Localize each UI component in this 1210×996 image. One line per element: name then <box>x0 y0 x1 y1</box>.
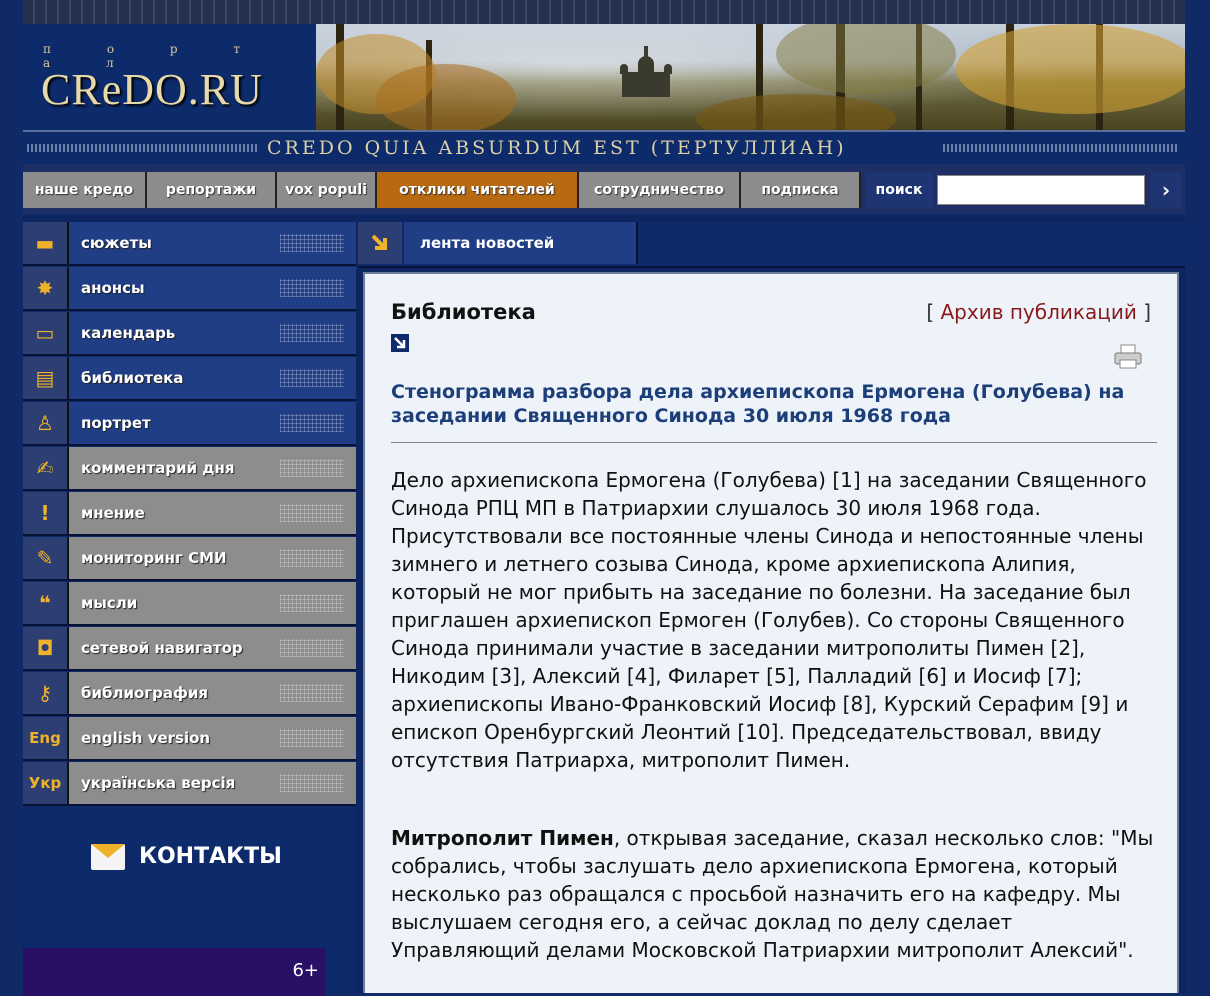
news-feed-bar: лента новостей <box>358 222 1185 268</box>
pencil-icon: ✎ <box>23 537 69 579</box>
news-feed-link[interactable]: лента новостей <box>404 222 638 264</box>
section-title: Библиотека <box>391 300 536 324</box>
nav-item-cooperation[interactable]: сотрудничество <box>579 172 741 208</box>
sidebar-item-bibliography[interactable]: ⚷ библиография <box>23 672 356 716</box>
sidebar-item-label: сетевой навигатор <box>69 627 356 669</box>
sidebar-item-label: библиография <box>69 672 356 714</box>
archive-bracket-close: ] <box>1143 300 1151 324</box>
motto-bar: CREDO QUIA ABSURDUM EST (ТЕРТУЛЛИАН) <box>23 130 1185 166</box>
person-icon: ♙ <box>23 402 69 444</box>
sidebar-item-portrait[interactable]: ♙ портрет <box>23 402 356 446</box>
sidebar-item-label: мониторинг СМИ <box>69 537 356 579</box>
search-label: поиск <box>865 172 933 208</box>
archive-link-wrapper: [ Архив публикаций ] <box>926 300 1151 324</box>
folder-icon: ▭ <box>23 312 69 354</box>
sidebar-item-label: мнение <box>69 492 356 534</box>
speaker-name: Митрополит Пимен <box>391 826 614 850</box>
age-rating-bar: 6+ <box>23 948 325 996</box>
star-burst-icon: ✸ <box>23 267 69 309</box>
sidebar-item-label: мысли <box>69 582 356 624</box>
search-go-button[interactable]: › <box>1151 172 1181 208</box>
arrow-down-right-icon <box>358 222 402 264</box>
exclamation-icon: ! <box>23 492 69 534</box>
sidebar-item-thoughts[interactable]: ❝ мысли <box>23 582 356 626</box>
site-logo[interactable]: п о р т а л CReDO.RU <box>23 24 316 130</box>
nav-item-reports[interactable]: репортажи <box>147 172 277 208</box>
headline-divider <box>391 442 1157 443</box>
sidebar-item-label: библиотека <box>69 357 356 399</box>
books-icon: ▤ <box>23 357 69 399</box>
speech-bubble-icon: ❝ <box>23 582 69 624</box>
main-content: Библиотека [ Архив публикаций ] Стеногра… <box>363 272 1179 993</box>
header-banner-image <box>316 24 1185 130</box>
section-arrow-icon[interactable] <box>391 334 409 352</box>
logo-name: CReDO.RU <box>41 65 263 114</box>
mouse-icon: ◘ <box>23 627 69 669</box>
top-navigation: наше кредо репортажи vox populi отклики … <box>23 164 1185 214</box>
sidebar-item-label: календарь <box>69 312 356 354</box>
sidebar-item-label: портрет <box>69 402 356 444</box>
site-motto: CREDO QUIA ABSURDUM EST (ТЕРТУЛЛИАН) <box>267 137 847 159</box>
article-paragraph-1: Дело архиепископа Ермогена (Голубева) [1… <box>391 468 1147 772</box>
search-input[interactable] <box>937 175 1145 205</box>
archive-bracket-open: [ <box>926 300 935 324</box>
nav-item-vox-populi[interactable]: vox populi <box>277 172 377 208</box>
sidebar-item-english-version[interactable]: Eng english version <box>23 717 356 761</box>
nav-item-our-credo[interactable]: наше кредо <box>23 172 147 208</box>
page-frame: п о р т а л CReDO.RU CREDO QUIA ABSURDUM… <box>23 0 1185 996</box>
article-headline: Стенограмма разбора дела архиепископа Ер… <box>391 381 1125 427</box>
sidebar-item-label: анонсы <box>69 267 356 309</box>
sidebar-item-opinion[interactable]: ! мнение <box>23 492 356 536</box>
sidebar-item-calendar[interactable]: ▭ календарь <box>23 312 356 356</box>
top-decor-strip <box>23 0 1185 25</box>
article-paragraph-2: Митрополит Пимен, открывая заседание, ск… <box>391 824 1161 964</box>
nav-item-subscription[interactable]: подписка <box>741 172 861 208</box>
sidebar-item-net-navigator[interactable]: ◘ сетевой навигатор <box>23 627 356 671</box>
sidebar-item-media-monitoring[interactable]: ✎ мониторинг СМИ <box>23 537 356 581</box>
motto-dots-left <box>27 144 257 152</box>
envelope-icon <box>91 844 125 870</box>
eng-icon: Eng <box>23 717 69 759</box>
contacts-link[interactable]: КОНТАКТЫ <box>23 792 356 942</box>
print-icon[interactable] <box>1113 344 1143 370</box>
sidebar-item-library[interactable]: ▤ библиотека <box>23 357 356 401</box>
nav-item-reader-responses[interactable]: отклики читателей <box>377 172 579 208</box>
church-silhouette <box>616 46 676 97</box>
pen-icon: ✍ <box>23 447 69 489</box>
archive-link[interactable]: Архив публикаций <box>941 300 1137 324</box>
motto-dots-right <box>943 144 1179 152</box>
sidebar-item-comment-of-day[interactable]: ✍ комментарий дня <box>23 447 356 491</box>
key-icon: ⚷ <box>23 672 69 714</box>
sidebar-item-announcements[interactable]: ✸ анонсы <box>23 267 356 311</box>
sidebar-item-label: english version <box>69 717 356 759</box>
sidebar-item-label: сюжеты <box>69 222 356 264</box>
sidebar-item-stories[interactable]: ▬ сюжеты <box>23 222 356 266</box>
age-rating-badge: 6+ <box>292 960 319 981</box>
sidebar: ▬ сюжеты ✸ анонсы ▭ календарь ▤ библиоте… <box>23 222 356 996</box>
sidebar-item-label: комментарий дня <box>69 447 356 489</box>
camera-icon: ▬ <box>23 222 69 264</box>
contacts-label: КОНТАКТЫ <box>139 844 282 869</box>
